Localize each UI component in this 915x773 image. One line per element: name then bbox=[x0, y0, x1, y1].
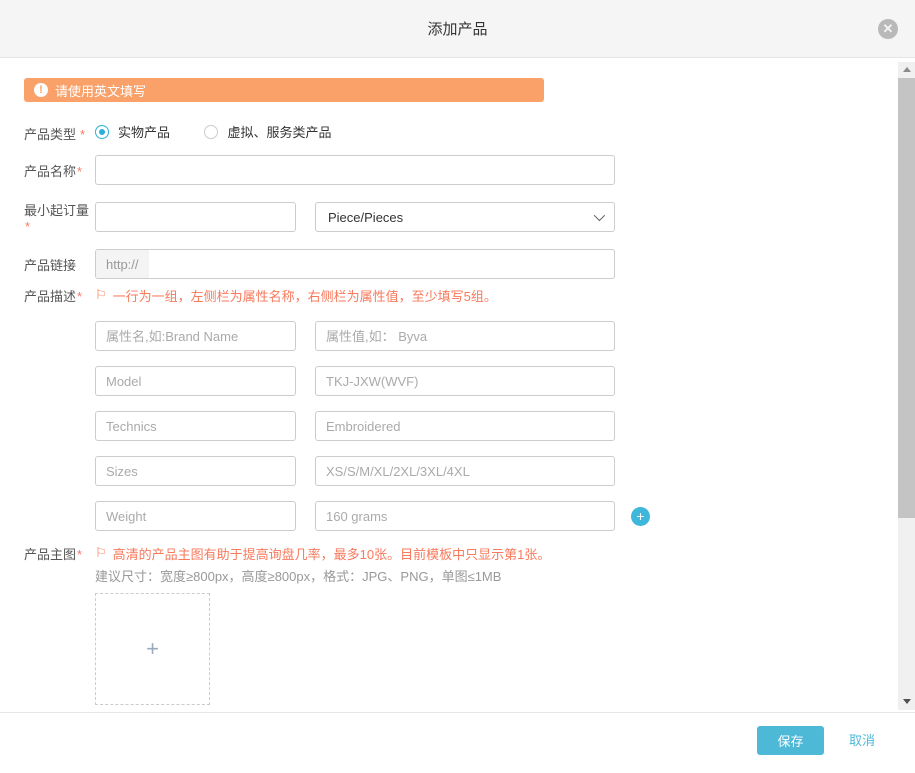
product-type-row: 产品类型* 实物产品 虚拟、服务类产品 bbox=[24, 124, 875, 142]
radio-physical-label: 实物产品 bbox=[118, 122, 170, 141]
modal-body: ! 请使用英文填写 产品类型* 实物产品 虚拟、服务类产品 产品名称* 最小起订… bbox=[0, 58, 915, 712]
required-asterisk: * bbox=[77, 289, 82, 304]
info-icon: ! bbox=[34, 83, 48, 97]
image-size-hint: 建议尺寸：宽度≥800px，高度≥800px，格式：JPG、PNG，单图≤1MB bbox=[95, 566, 875, 582]
moq-unit-value: Piece/Pieces bbox=[328, 210, 403, 225]
attr-value-input-5[interactable] bbox=[315, 501, 615, 531]
radio-physical-product[interactable]: 实物产品 bbox=[95, 122, 170, 141]
attr-row-2 bbox=[95, 366, 875, 396]
product-desc-label: 产品描述* bbox=[24, 286, 95, 305]
scrollbar-down-arrow[interactable] bbox=[898, 694, 915, 708]
image-hint: ⚐ 高清的产品主图有助于提高询盘几率，最多10张。目前模板中只显示第1张。 bbox=[95, 544, 550, 563]
moq-row: 最小起订量* Piece/Pieces bbox=[24, 200, 875, 234]
attr-value-input-2[interactable] bbox=[315, 366, 615, 396]
save-button[interactable]: 保存 bbox=[757, 726, 824, 755]
banner-text: 请使用英文填写 bbox=[55, 81, 146, 100]
product-image-row: 产品主图* ⚐ 高清的产品主图有助于提高询盘几率，最多10张。目前模板中只显示第… bbox=[24, 545, 875, 561]
product-link-row: 产品链接 http:// bbox=[24, 249, 875, 279]
moq-label: 最小起订量* bbox=[24, 200, 95, 234]
attr-name-input-2[interactable] bbox=[95, 366, 296, 396]
product-name-row: 产品名称* bbox=[24, 155, 875, 185]
modal-header: 添加产品 ✕ bbox=[0, 0, 915, 58]
product-link-label: 产品链接 bbox=[24, 255, 95, 274]
add-attribute-button[interactable]: + bbox=[631, 507, 650, 526]
url-prefix: http:// bbox=[96, 250, 149, 278]
attr-row-5: + bbox=[95, 501, 875, 531]
attr-row-1 bbox=[95, 321, 875, 351]
scrollbar-thumb[interactable] bbox=[898, 78, 915, 518]
chevron-down-icon bbox=[594, 210, 605, 221]
add-product-modal: 添加产品 ✕ ! 请使用英文填写 产品类型* 实物产品 虚拟、服务类产品 产品名… bbox=[0, 0, 915, 773]
attr-name-input-3[interactable] bbox=[95, 411, 296, 441]
scrollbar bbox=[898, 62, 915, 710]
language-warning-banner: ! 请使用英文填写 bbox=[24, 78, 544, 102]
attr-row-4 bbox=[95, 456, 875, 486]
close-icon[interactable]: ✕ bbox=[878, 19, 898, 39]
product-name-label: 产品名称* bbox=[24, 161, 95, 180]
required-asterisk: * bbox=[77, 164, 82, 179]
attr-value-input-4[interactable] bbox=[315, 456, 615, 486]
attr-value-input-3[interactable] bbox=[315, 411, 615, 441]
moq-unit-select[interactable]: Piece/Pieces bbox=[315, 202, 615, 232]
radio-unselected-icon bbox=[204, 125, 218, 139]
cancel-button[interactable]: 取消 bbox=[849, 726, 875, 755]
attr-name-input-4[interactable] bbox=[95, 456, 296, 486]
attr-name-input-5[interactable] bbox=[95, 501, 296, 531]
product-type-label: 产品类型* bbox=[24, 124, 95, 143]
desc-hint-text: 一行为一组，左侧栏为属性名称，右侧栏为属性值，至少填写5组。 bbox=[113, 286, 497, 305]
scrollbar-up-arrow[interactable] bbox=[898, 62, 915, 76]
required-asterisk: * bbox=[25, 219, 30, 234]
lightbulb-icon: ⚐ bbox=[95, 545, 107, 561]
required-asterisk: * bbox=[77, 547, 82, 562]
page-title: 添加产品 bbox=[427, 18, 487, 39]
radio-virtual-product[interactable]: 虚拟、服务类产品 bbox=[204, 122, 331, 141]
moq-input[interactable] bbox=[95, 202, 296, 232]
attr-value-input-1[interactable] bbox=[315, 321, 615, 351]
product-image-label: 产品主图* bbox=[24, 544, 95, 563]
product-type-radio-group: 实物产品 虚拟、服务类产品 bbox=[95, 122, 361, 144]
lightbulb-icon: ⚐ bbox=[95, 287, 107, 303]
product-link-input[interactable] bbox=[149, 250, 614, 278]
product-desc-row: 产品描述* ⚐ 一行为一组，左侧栏为属性名称，右侧栏为属性值，至少填写5组。 bbox=[24, 287, 875, 303]
radio-selected-icon bbox=[95, 125, 109, 139]
product-name-input[interactable] bbox=[95, 155, 615, 185]
image-hint-text: 高清的产品主图有助于提高询盘几率，最多10张。目前模板中只显示第1张。 bbox=[113, 544, 551, 563]
attr-name-input-1[interactable] bbox=[95, 321, 296, 351]
required-asterisk: * bbox=[80, 127, 85, 142]
desc-hint: ⚐ 一行为一组，左侧栏为属性名称，右侧栏为属性值，至少填写5组。 bbox=[95, 286, 497, 305]
radio-virtual-label: 虚拟、服务类产品 bbox=[227, 122, 331, 141]
product-link-group: http:// bbox=[95, 249, 615, 279]
attr-row-3 bbox=[95, 411, 875, 441]
plus-icon: + bbox=[146, 636, 159, 662]
modal-footer: 保存 取消 bbox=[0, 712, 915, 773]
image-upload-box[interactable]: + bbox=[95, 593, 210, 705]
